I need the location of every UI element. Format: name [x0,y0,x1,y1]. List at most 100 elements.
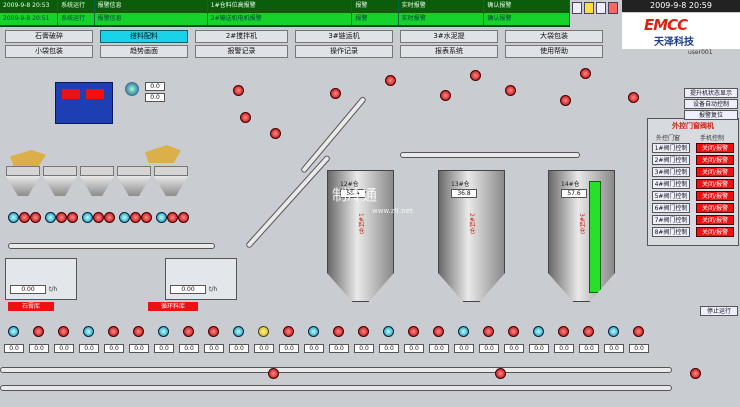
discharge-motor-icon[interactable] [58,326,69,337]
alarm-row-1[interactable]: 2009-9-8 20:53 系统运行 报警信息 1#仓料位高报警 报警 实时报… [0,0,570,13]
valve-row-label[interactable]: 2#阀门控制 [652,155,690,165]
belt-motor-icon[interactable] [690,368,701,379]
motor-icon[interactable] [505,85,516,96]
motor-icon[interactable] [45,212,56,223]
nav-button[interactable]: 2#搅拌机 [195,30,288,43]
valve-row-label[interactable]: 1#阀门控制 [652,143,690,153]
incline-conveyor[interactable] [300,95,367,174]
motor-icon[interactable] [56,212,67,223]
discharge-motor-icon[interactable] [583,326,594,337]
discharge-motor-icon[interactable] [558,326,569,337]
discharge-motor-icon[interactable] [33,326,44,337]
valve-state-button[interactable]: 关闭/报警 [696,203,734,213]
discharge-motor-icon[interactable] [158,326,169,337]
valve-row-label[interactable]: 5#阀门控制 [652,191,690,201]
nav-button[interactable]: 使用帮助 [505,45,603,58]
valve-state-button[interactable]: 关闭/报警 [696,155,734,165]
discharge-motor-icon[interactable] [283,326,294,337]
motor-icon[interactable] [8,212,19,223]
discharge-motor-icon[interactable] [408,326,419,337]
discharge-motor-icon[interactable] [183,326,194,337]
nav-button[interactable]: 3#水泥提 [400,30,498,43]
discharge-motor-icon[interactable] [308,326,319,337]
nav-button[interactable]: 大袋包装 [505,30,603,43]
discharge-motor-icon[interactable] [83,326,94,337]
motor-icon[interactable] [233,85,244,96]
discharge-motor-icon[interactable] [458,326,469,337]
motor-icon[interactable] [167,212,178,223]
discharge-motor-icon[interactable] [383,326,394,337]
bottom-conveyor[interactable] [0,367,672,373]
nav-button[interactable]: 报表系统 [400,45,498,58]
belt-motor-icon[interactable] [495,368,506,379]
valve-state-button[interactable]: 关闭/报警 [696,143,734,153]
silo[interactable]: 14#仓 57.6 3#料仓 [548,170,615,302]
motor-icon[interactable] [270,128,281,139]
side-button[interactable]: 设备自动控制 [684,99,738,109]
alarm-icon[interactable] [584,2,594,14]
motor-icon[interactable] [385,75,396,86]
side-button[interactable]: 提升机状态显示 [684,88,738,98]
motor-icon[interactable] [330,88,341,99]
discharge-motor-icon[interactable] [333,326,344,337]
valve-row-label[interactable]: 4#阀门控制 [652,179,690,189]
discharge-motor-icon[interactable] [358,326,369,337]
top-conveyor[interactable] [400,152,580,158]
valve-row-label[interactable]: 8#阀门控制 [652,227,690,237]
conveyor-belt[interactable] [8,243,215,249]
motor-icon[interactable] [440,90,451,101]
motor-icon[interactable] [628,92,639,103]
discharge-motor-icon[interactable] [133,326,144,337]
exit-icon[interactable] [608,2,618,14]
valve-state-button[interactable]: 关闭/报警 [696,167,734,177]
discharge-motor-icon[interactable] [258,326,269,337]
motor-icon[interactable] [104,212,115,223]
discharge-motor-icon[interactable] [533,326,544,337]
valve-state-button[interactable]: 关闭/报警 [696,179,734,189]
motor-icon[interactable] [470,70,481,81]
alarm-row-2[interactable]: 2009-9-8 20:51 系统运行 报警信息 2#输送机电机报警 报警 实时… [0,13,570,26]
nav-button[interactable]: 趋势画面 [100,45,188,58]
nav-button[interactable]: 搭料配料 [100,30,188,43]
discharge-motor-icon[interactable] [8,326,19,337]
bottom-conveyor-2[interactable] [0,385,672,391]
motor-icon[interactable] [67,212,78,223]
nav-button[interactable]: 石膏破碎 [5,30,93,43]
valve-state-button[interactable]: 关闭/报警 [696,215,734,225]
motor-icon[interactable] [30,212,41,223]
motor-icon[interactable] [19,212,30,223]
motor-icon[interactable] [240,112,251,123]
valve-row-label[interactable]: 6#阀门控制 [652,203,690,213]
discharge-motor-icon[interactable] [608,326,619,337]
motor-icon[interactable] [156,212,167,223]
motor-icon[interactable] [580,68,591,79]
motor-icon[interactable] [119,212,130,223]
discharge-motor-icon[interactable] [633,326,644,337]
discharge-motor-icon[interactable] [208,326,219,337]
motor-icon[interactable] [93,212,104,223]
motor-icon[interactable] [141,212,152,223]
valve-row-label[interactable]: 3#阀门控制 [652,167,690,177]
valve-row-label[interactable]: 7#阀门控制 [652,215,690,225]
nav-button[interactable]: 3#链运机 [295,30,393,43]
incline-conveyor[interactable] [245,154,332,250]
discharge-motor-icon[interactable] [233,326,244,337]
nav-button[interactable]: 小袋包装 [5,45,93,58]
valve-state-button[interactable]: 关闭/报警 [696,227,734,237]
motor-icon[interactable] [130,212,141,223]
discharge-motor-icon[interactable] [108,326,119,337]
discharge-motor-icon[interactable] [483,326,494,337]
stop-button[interactable]: 停止运行 [700,306,738,316]
discharge-motor-icon[interactable] [508,326,519,337]
valve-state-button[interactable]: 关闭/报警 [696,191,734,201]
belt-motor-icon[interactable] [268,368,279,379]
silo[interactable]: 13#仓 36.8 2#料仓 [438,170,505,302]
motor-icon[interactable] [178,212,189,223]
side-button[interactable]: 报警复位 [684,110,738,120]
discharge-motor-icon[interactable] [433,326,444,337]
print-icon[interactable] [572,2,582,14]
alarm-ack[interactable]: 确认报警 [484,13,570,25]
motor-icon[interactable] [82,212,93,223]
motor-icon[interactable] [560,95,571,106]
user-icon[interactable] [596,2,606,14]
